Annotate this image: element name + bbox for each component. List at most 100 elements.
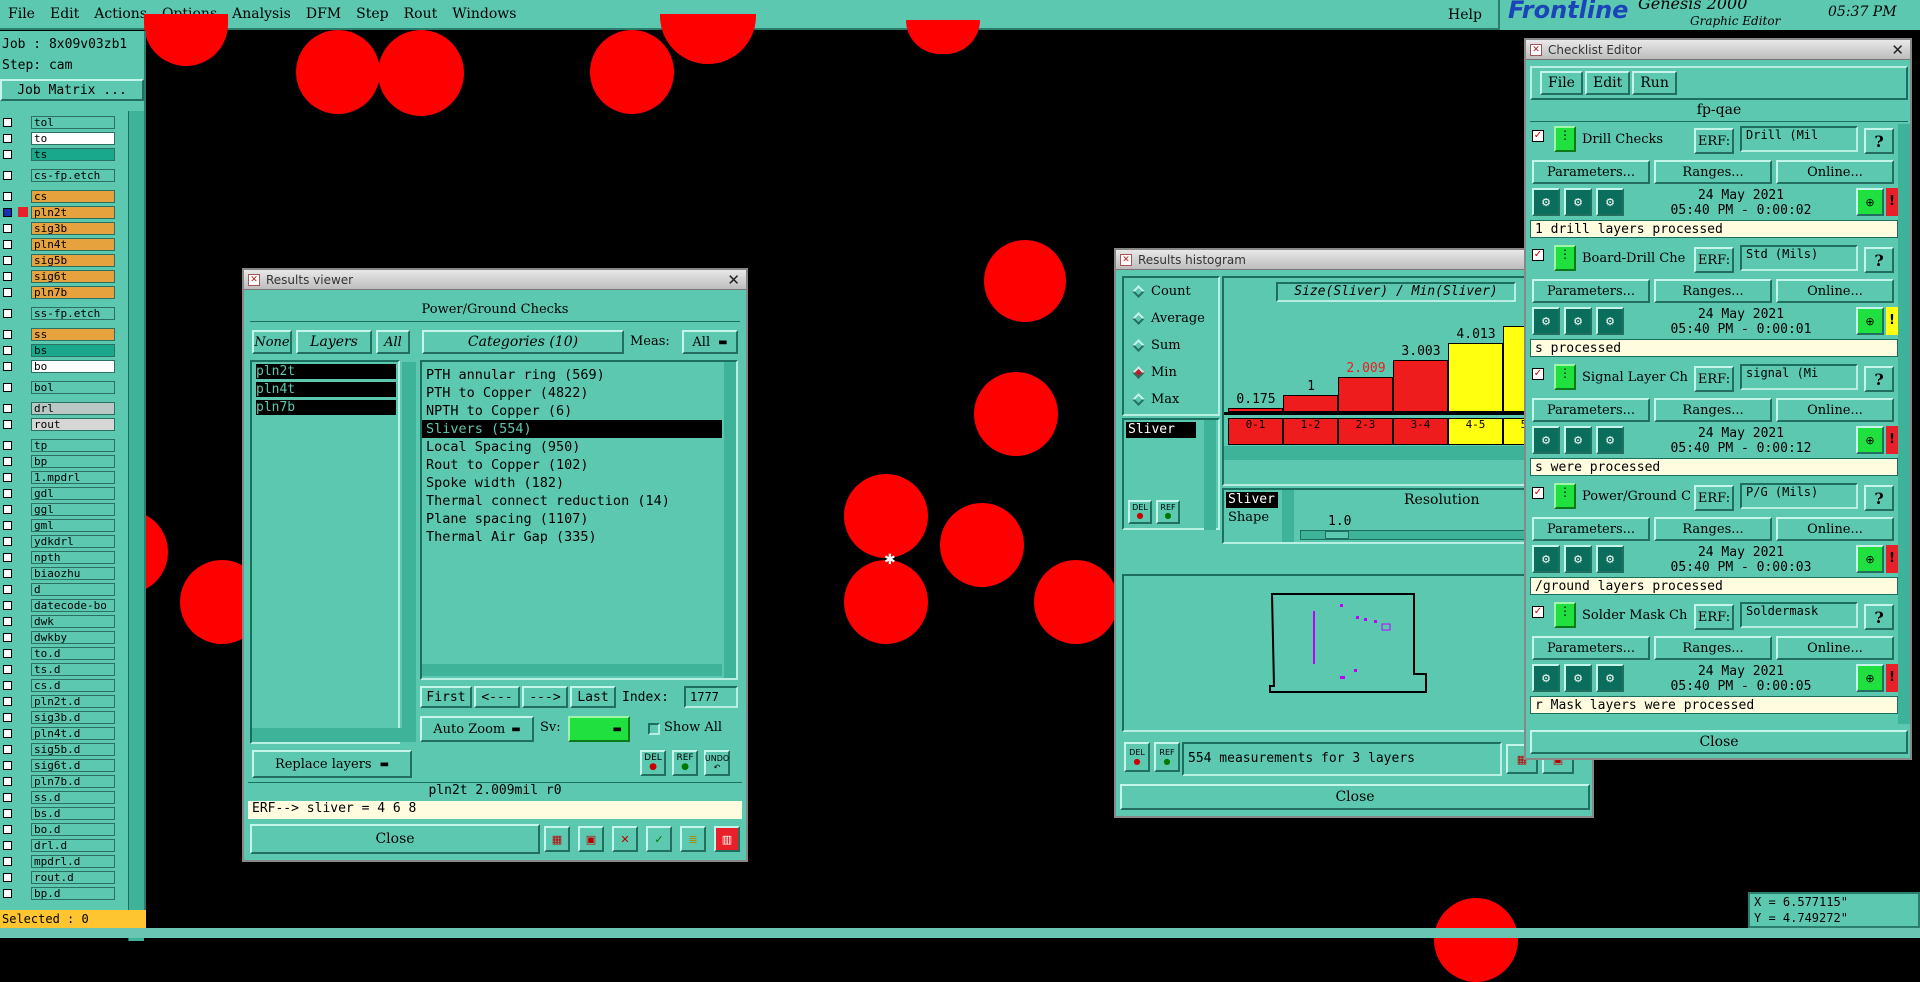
- parameters-button[interactable]: Parameters...: [1532, 636, 1650, 660]
- ranges-button[interactable]: Ranges...: [1654, 517, 1772, 541]
- menu-help[interactable]: Help: [1448, 7, 1482, 23]
- layer-checkbox[interactable]: [3, 600, 12, 610]
- help-icon[interactable]: ?: [1864, 247, 1894, 273]
- layer-row[interactable]: gdl: [0, 486, 118, 500]
- erf-field[interactable]: Soldermask: [1740, 602, 1858, 628]
- undo-button[interactable]: UNDO ↶: [704, 750, 730, 776]
- layer-checkbox[interactable]: [3, 648, 12, 658]
- menu-dfm[interactable]: DFM: [306, 6, 341, 22]
- layer-row[interactable]: bp: [0, 454, 118, 468]
- zoom-in-icon[interactable]: ⊕: [1856, 188, 1884, 216]
- check-enable-checkbox[interactable]: ✓: [1532, 368, 1544, 380]
- layer-checkbox[interactable]: [3, 712, 12, 722]
- category-item[interactable]: PTH to Copper (4822): [422, 384, 722, 402]
- layers-all-button[interactable]: All: [376, 330, 410, 354]
- index-field[interactable]: 1777: [684, 686, 738, 708]
- option-sum[interactable]: Sum: [1124, 332, 1218, 359]
- auto-zoom-dropdown[interactable]: Auto Zoom ▬: [420, 716, 534, 742]
- run-check-icon[interactable]: ⚙: [1532, 545, 1560, 573]
- menu-rout[interactable]: Rout: [404, 6, 438, 22]
- ref-button[interactable]: REF ●: [672, 750, 698, 776]
- run-step-icon[interactable]: ⚙: [1596, 307, 1624, 335]
- erf-field[interactable]: signal (Mi: [1740, 364, 1858, 390]
- job-matrix-button[interactable]: Job Matrix ...: [0, 79, 144, 101]
- ranges-button[interactable]: Ranges...: [1654, 636, 1772, 660]
- close-icon[interactable]: ✕: [1891, 41, 1904, 59]
- run-check-icon[interactable]: ⚙: [1532, 664, 1560, 692]
- erf-field[interactable]: P/G (Mils): [1740, 483, 1858, 509]
- layer-row[interactable]: ts.d: [0, 662, 118, 676]
- online-button[interactable]: Online...: [1776, 636, 1894, 660]
- help-icon[interactable]: ?: [1864, 604, 1894, 630]
- layer-checkbox[interactable]: [3, 239, 12, 249]
- results-viewer-titlebar[interactable]: ✕ Results viewer ✕: [244, 270, 746, 290]
- menu-file[interactable]: File: [8, 6, 35, 22]
- layer-checkbox[interactable]: [3, 824, 12, 834]
- next-button[interactable]: --->: [522, 686, 568, 708]
- check-enable-checkbox[interactable]: ✓: [1532, 606, 1544, 618]
- layer-row[interactable]: ggl: [0, 502, 118, 516]
- layer-checkbox[interactable]: [3, 255, 12, 265]
- ranges-button[interactable]: Ranges...: [1654, 398, 1772, 422]
- layer-row[interactable]: to: [0, 131, 118, 145]
- run-action-icon[interactable]: ⚙: [1564, 426, 1592, 454]
- histogram-icon[interactable]: ▥: [714, 826, 740, 852]
- option-average[interactable]: Average: [1124, 305, 1218, 332]
- help-icon[interactable]: ?: [1864, 128, 1894, 154]
- category-item[interactable]: NPTH to Copper (6): [422, 402, 722, 420]
- menu-actions[interactable]: Actions: [94, 6, 147, 22]
- layer-checkbox[interactable]: [3, 271, 12, 281]
- list-item[interactable]: Sliver: [1126, 422, 1196, 438]
- layer-row[interactable]: cs: [0, 189, 118, 203]
- layer-row[interactable]: 1.mpdrl: [0, 470, 118, 484]
- parameters-button[interactable]: Parameters...: [1532, 279, 1650, 303]
- list-item[interactable]: pln7b: [256, 400, 396, 415]
- layer-row[interactable]: ss.d: [0, 790, 118, 804]
- zoom-in-icon[interactable]: ⊕: [1856, 426, 1884, 454]
- layer-checkbox[interactable]: [3, 207, 12, 217]
- meas-dropdown[interactable]: All ▬: [682, 330, 738, 354]
- ranges-button[interactable]: Ranges...: [1654, 160, 1772, 184]
- layer-row[interactable]: ss-fp.etch: [0, 306, 118, 320]
- layer-row[interactable]: npth: [0, 550, 118, 564]
- layer-row[interactable]: sig5b.d: [0, 742, 118, 756]
- layer-checkbox[interactable]: [3, 888, 12, 898]
- option-min[interactable]: Min: [1124, 359, 1218, 386]
- layer-checkbox[interactable]: [3, 488, 12, 498]
- layer-checkbox[interactable]: [3, 808, 12, 818]
- checklist-menu-file[interactable]: File: [1540, 71, 1583, 95]
- layer-row[interactable]: rout.d: [0, 870, 118, 884]
- histogram-bar[interactable]: [1338, 377, 1393, 412]
- erf-field[interactable]: Drill (Mil: [1740, 126, 1858, 152]
- option-count[interactable]: Count: [1124, 278, 1218, 305]
- layer-row[interactable]: sig5b: [0, 253, 118, 267]
- category-item[interactable]: Slivers (554): [422, 420, 722, 438]
- prev-button[interactable]: <---: [474, 686, 520, 708]
- run-action-icon[interactable]: ⚙: [1564, 664, 1592, 692]
- layer-checkbox[interactable]: [3, 170, 12, 180]
- layer-row[interactable]: bo.d: [0, 822, 118, 836]
- close-button[interactable]: Close: [250, 824, 540, 854]
- check-enable-checkbox[interactable]: ✓: [1532, 487, 1544, 499]
- layer-checkbox[interactable]: [3, 361, 12, 371]
- layer-row[interactable]: tol: [0, 115, 118, 129]
- notes-icon[interactable]: ≣: [680, 826, 706, 852]
- scrollbar[interactable]: [1204, 420, 1216, 530]
- layer-checkbox[interactable]: [3, 760, 12, 770]
- run-step-icon[interactable]: ⚙: [1596, 188, 1624, 216]
- layer-row[interactable]: d: [0, 582, 118, 596]
- layer-row[interactable]: to.d: [0, 646, 118, 660]
- list-item[interactable]: pln2t: [256, 364, 396, 379]
- layer-row[interactable]: tp: [0, 438, 118, 452]
- run-step-icon[interactable]: ⚙: [1596, 545, 1624, 573]
- layer-row[interactable]: sig3b: [0, 221, 118, 235]
- zoom-in-icon[interactable]: ⊕: [1856, 664, 1884, 692]
- layer-checkbox[interactable]: [3, 308, 12, 318]
- shape-item-shape[interactable]: Shape: [1228, 510, 1269, 525]
- layer-checkbox[interactable]: [3, 382, 12, 392]
- check-enable-checkbox[interactable]: ✓: [1532, 130, 1544, 142]
- layer-checkbox[interactable]: [3, 133, 12, 143]
- layer-checkbox[interactable]: [3, 456, 12, 466]
- del-button[interactable]: DEL ●: [1124, 742, 1150, 772]
- report-icon[interactable]: ▣: [578, 826, 604, 852]
